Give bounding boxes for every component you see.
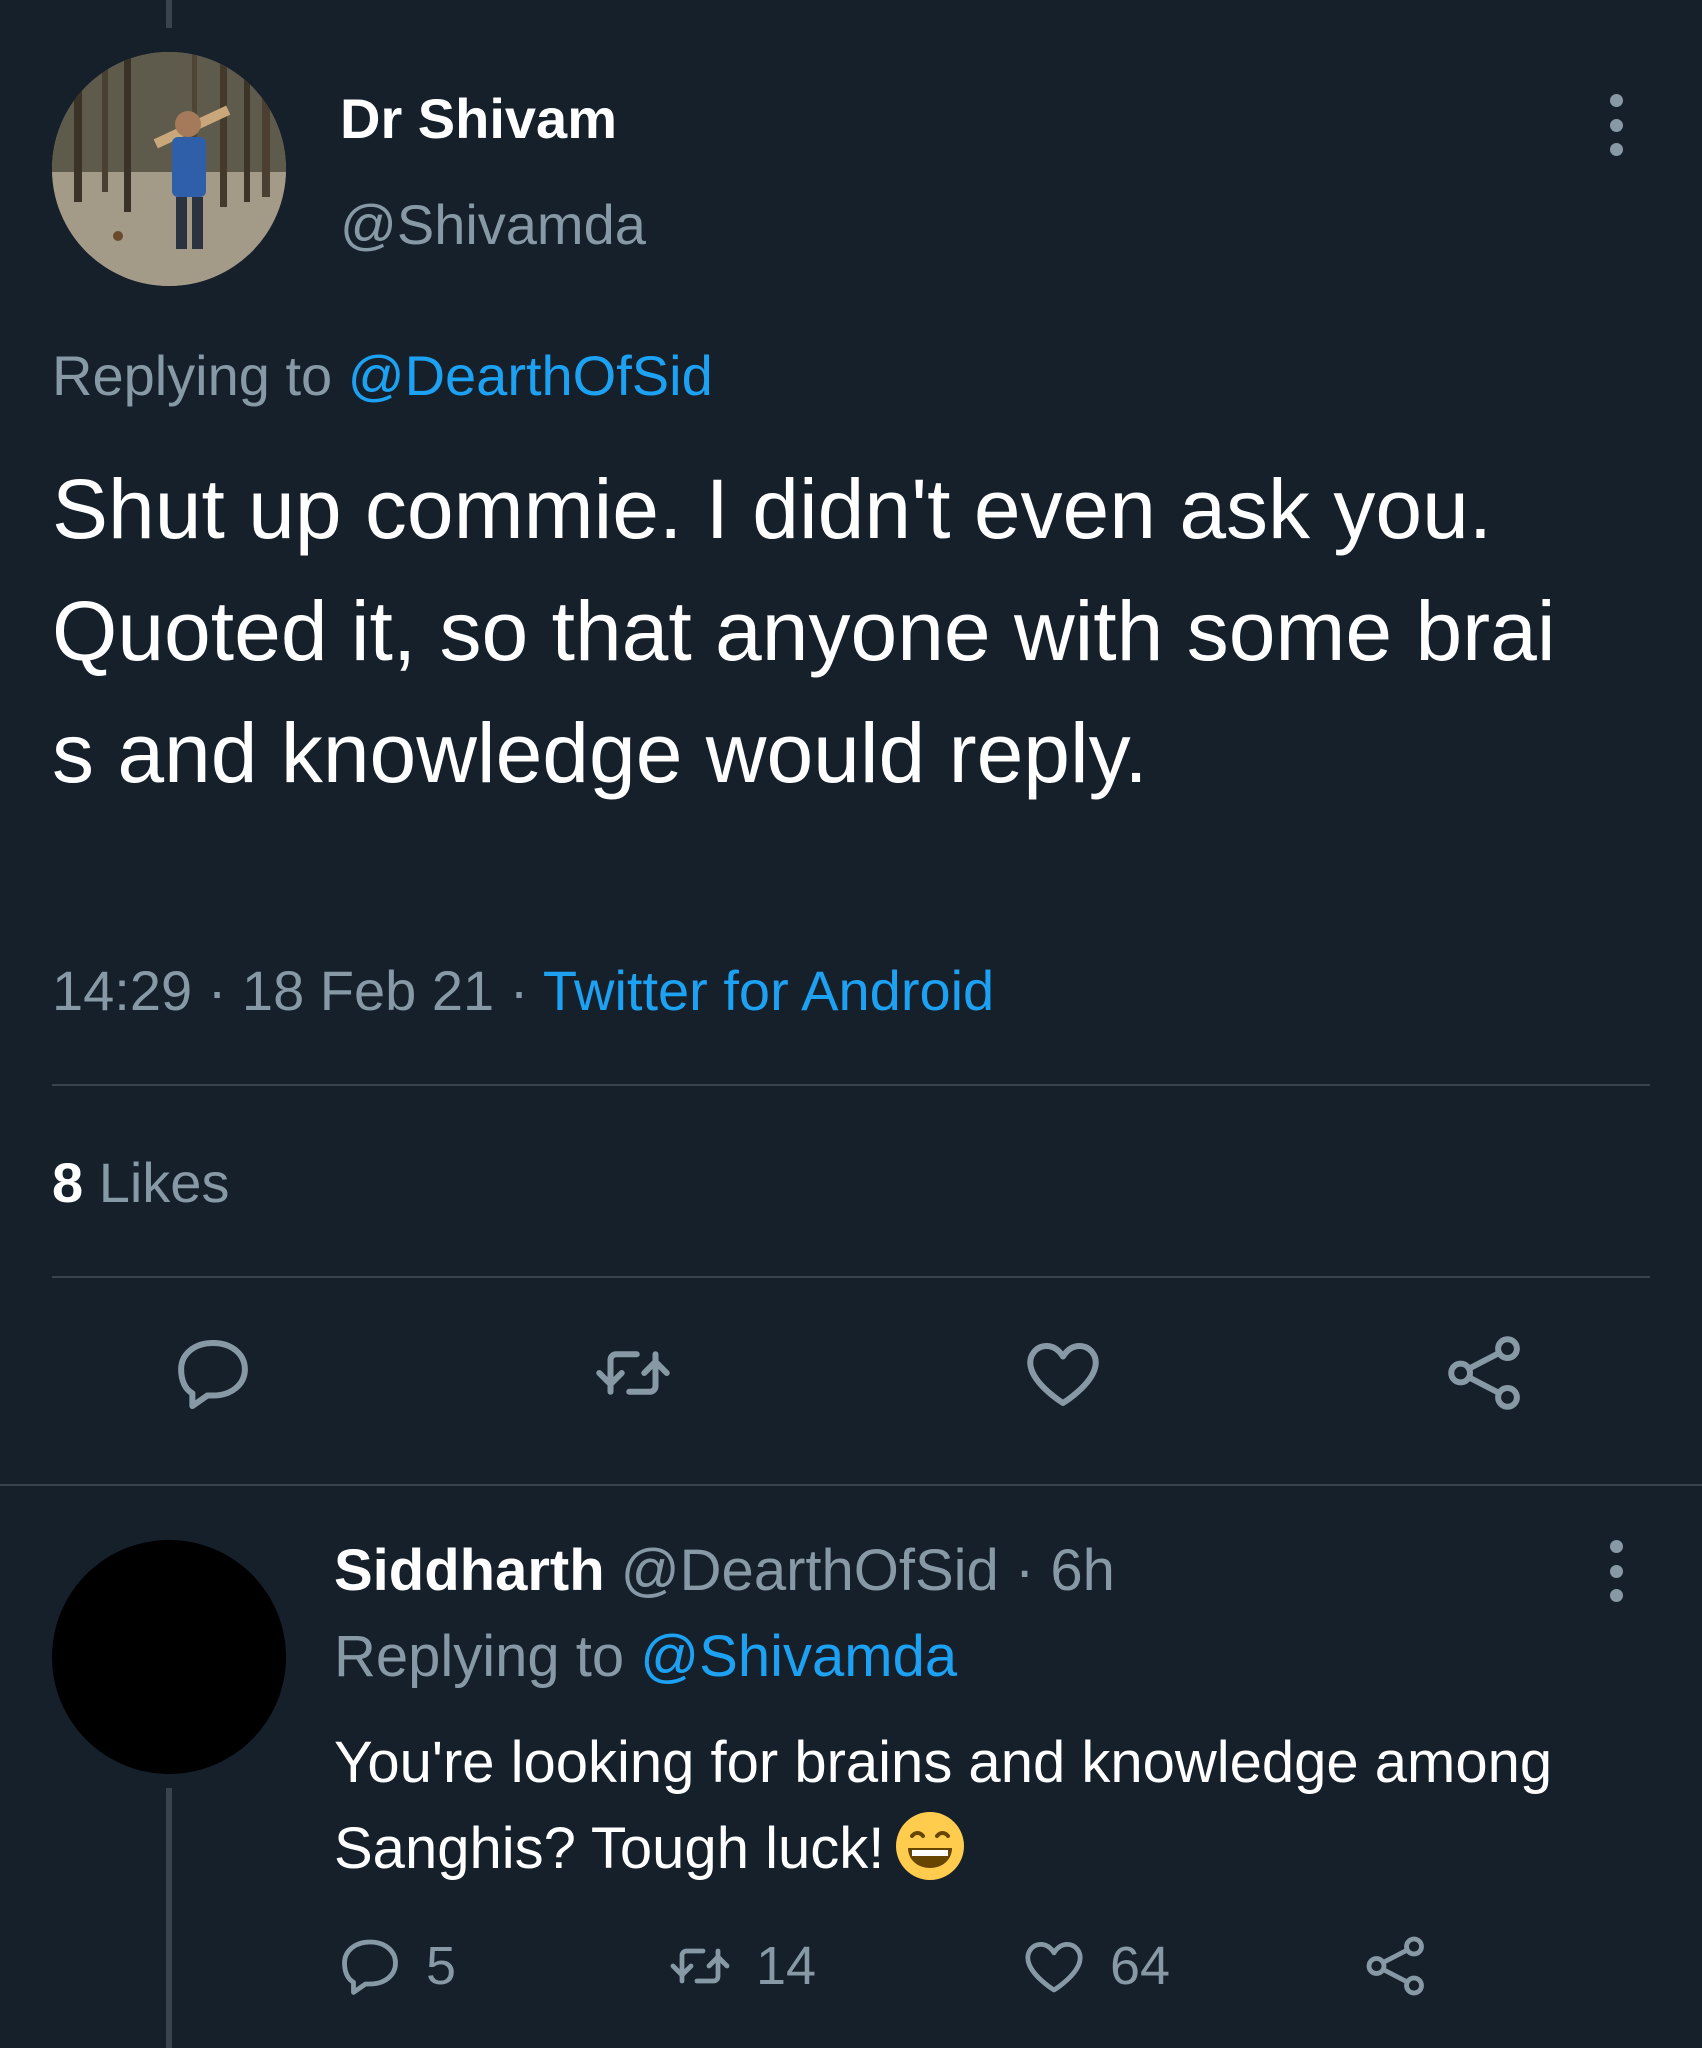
reply-share-button[interactable] [1360, 1926, 1432, 2006]
meta-separator: · [207, 959, 227, 1022]
tweet-time: 14:29 [52, 959, 193, 1022]
reply-retweet-button[interactable]: 14 [664, 1926, 816, 2006]
tweet-text: Shut up commie. I didn't even ask you. Q… [52, 462, 1556, 800]
divider [52, 1084, 1650, 1086]
section-divider [0, 1484, 1702, 1486]
reply-header: Siddharth @DearthOfSid · 6h [334, 1538, 1115, 1604]
display-name[interactable]: Dr Shivam [340, 88, 617, 150]
more-options-icon[interactable] [1596, 1536, 1636, 1606]
reply-age: 6h [1050, 1538, 1115, 1603]
reply-display-name[interactable]: Siddharth [334, 1538, 605, 1603]
replying-to-line: Replying to @DearthOfSid [52, 344, 713, 408]
share-icon[interactable] [1440, 1328, 1530, 1418]
reply-icon [342, 1939, 398, 1995]
tweet-source-link[interactable]: Twitter for Android [543, 959, 994, 1022]
divider [52, 1276, 1650, 1278]
share-icon [1366, 1936, 1424, 1996]
avatar-dr-shivam[interactable] [52, 52, 286, 286]
likes-stat[interactable]: 8 Likes [52, 1150, 229, 1216]
retweet-icon [670, 1948, 730, 1984]
grinning-face-emoji-icon [894, 1810, 966, 1882]
likes-count: 8 [52, 1151, 84, 1214]
retweet-count: 14 [756, 1936, 817, 1996]
reply-text-block: You're looking for brains and knowledge … [334, 1720, 1634, 1892]
reply-handle[interactable]: @DearthOfSid [621, 1538, 999, 1603]
tweet-meta: 14:29 · 18 Feb 21 · Twitter for Android [52, 958, 994, 1024]
retweet-icon[interactable] [588, 1328, 678, 1418]
replying-prefix: Replying to [52, 344, 333, 407]
reply-icon[interactable] [168, 1328, 258, 1418]
replying-to-link[interactable]: @DearthOfSid [348, 344, 713, 407]
meta-separator: · [509, 959, 529, 1022]
replying-to-link[interactable]: @Shivamda [640, 1624, 957, 1689]
thread-line-bottom [166, 1788, 172, 2048]
replying-prefix: Replying to [334, 1624, 625, 1689]
reply-reply-button[interactable]: 5 [334, 1926, 456, 2006]
reply-separator: · [1014, 1538, 1035, 1603]
likes-label: Likes [98, 1151, 230, 1214]
reply-count: 5 [426, 1936, 457, 1996]
more-options-icon[interactable] [1596, 90, 1636, 160]
avatar-siddharth[interactable] [52, 1540, 286, 1774]
like-count: 64 [1110, 1936, 1171, 1996]
heart-icon[interactable] [1018, 1328, 1108, 1418]
reply-like-button[interactable]: 64 [1018, 1926, 1170, 2006]
heart-icon [1025, 1942, 1083, 1993]
reply-replying-to-line: Replying to @Shivamda [334, 1624, 957, 1690]
thread-line-top [166, 0, 172, 28]
handle[interactable]: @Shivamda [340, 194, 646, 256]
tweet-date: 18 Feb 21 [241, 959, 495, 1022]
